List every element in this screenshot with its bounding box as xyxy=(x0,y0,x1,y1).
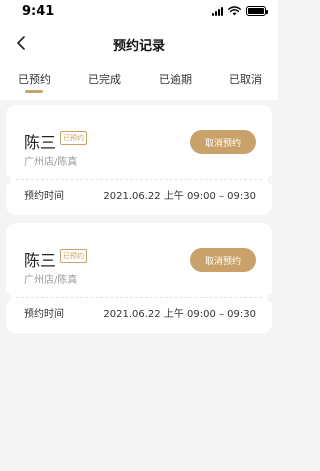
status-bar: 9:41 xyxy=(0,0,278,24)
cancel-appointment-button[interactable]: 取消预约 xyxy=(190,130,256,154)
status-time: 9:41 xyxy=(22,4,55,19)
status-icons xyxy=(212,6,268,16)
status-badge: 已预约 xyxy=(60,249,87,263)
divider xyxy=(16,179,262,180)
nav-bar: 预约记录 xyxy=(0,24,278,64)
tab-cancelled[interactable]: 已取消 xyxy=(229,71,262,87)
store-info: 广州店/陈真 xyxy=(24,275,78,286)
status-badge: 已预约 xyxy=(60,131,87,145)
appointment-card: 陈三 已预约 广州店/陈真 取消预约 预约时间 2021.06.22 上午 09… xyxy=(1,105,277,215)
appointment-time-value: 2021.06.22 上午 09:00 – 09:30 xyxy=(103,309,256,320)
appointment-time-label: 预约时间 xyxy=(24,309,64,320)
customer-name: 陈三 xyxy=(24,133,57,152)
tab-completed[interactable]: 已完成 xyxy=(88,71,121,87)
wifi-icon xyxy=(228,6,241,16)
appointment-card: 陈三 已预约 广州店/陈真 取消预约 预约时间 2021.06.22 上午 09… xyxy=(1,223,277,333)
tab-overdue[interactable]: 已逾期 xyxy=(159,71,192,87)
page-title: 预约记录 xyxy=(112,39,165,54)
customer-name: 陈三 xyxy=(24,251,57,270)
cellular-signal-icon xyxy=(212,6,223,16)
active-tab-indicator xyxy=(25,90,43,93)
tab-booked[interactable]: 已预约 xyxy=(18,71,51,87)
appointment-time-label: 预约时间 xyxy=(24,191,64,202)
battery-icon xyxy=(246,6,268,16)
tab-bar: 已预约 已完成 已逾期 已取消 xyxy=(0,64,278,100)
appointment-time-value: 2021.06.22 上午 09:00 – 09:30 xyxy=(103,191,256,202)
cancel-appointment-button[interactable]: 取消预约 xyxy=(190,248,256,272)
store-info: 广州店/陈真 xyxy=(24,157,78,168)
divider xyxy=(16,297,262,298)
